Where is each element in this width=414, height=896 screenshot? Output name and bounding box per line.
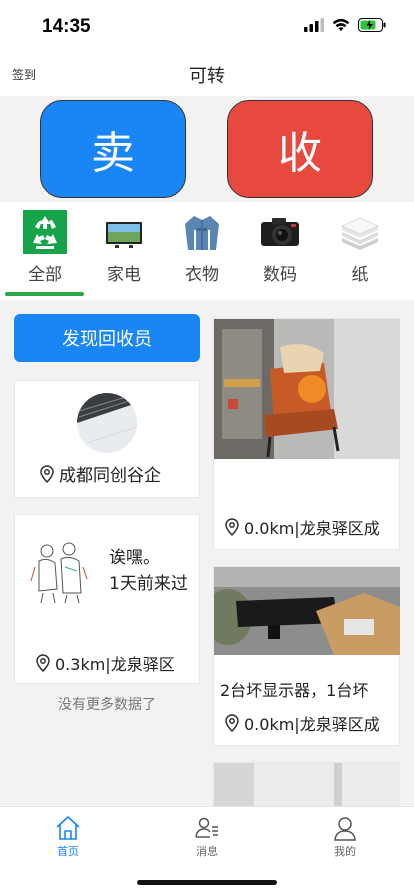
collector-greeting: 诶嘿。	[109, 548, 160, 568]
category-label: 全部	[28, 265, 62, 285]
tab-home[interactable]: 首页	[28, 815, 108, 859]
category-label: 纸	[351, 265, 369, 285]
category-all[interactable]: 全部	[5, 210, 85, 285]
chair-photo	[214, 319, 400, 459]
wifi-icon	[332, 18, 350, 31]
location-text: 0.3km|龙泉驿区	[55, 655, 175, 674]
location-pin-icon	[225, 518, 239, 536]
buy-button[interactable]: 收	[227, 100, 373, 198]
category-appliance[interactable]: 家电	[84, 210, 164, 285]
monitor-photo	[214, 567, 400, 655]
collector-message: 诶嘿。 1天前来过	[109, 545, 188, 597]
tab-label: 我的	[334, 845, 356, 858]
recycle-icon	[23, 210, 67, 254]
listing-card[interactable]: 0.0km|龙泉驿区成	[213, 318, 400, 550]
message-icon	[195, 817, 218, 838]
collector-card[interactable]: 成都同创谷企	[14, 380, 200, 498]
collector-card[interactable]: 诶嘿。 1天前来过 0.3km|龙泉驿区	[14, 514, 200, 684]
category-label: 家电	[107, 265, 141, 285]
tab-mine[interactable]: 我的	[305, 815, 385, 859]
category-tabs: 全部 家电 衣物 数码 纸	[0, 202, 414, 300]
category-paper[interactable]: 纸	[320, 210, 400, 285]
camera-icon	[261, 218, 299, 246]
listing-photo	[214, 319, 400, 459]
listing-card[interactable]	[213, 762, 400, 808]
sketch-avatar-icon	[27, 537, 91, 605]
home-icon	[56, 816, 80, 840]
listing-card[interactable]: 2台坏显示器，1台坏 0.0km|龙泉驿区成	[213, 566, 400, 746]
feed: 发现回收员 成都同创谷企 诶嘿。 1天前来过 0.3km|龙泉驿区 没有更多数据…	[0, 300, 414, 808]
category-digital[interactable]: 数码	[240, 210, 320, 285]
last-visit: 1天前来过	[109, 574, 188, 594]
location-pin-icon	[36, 654, 50, 672]
location-text: 0.0km|龙泉驿区成	[244, 715, 380, 734]
location-row: 成都同创谷企	[39, 461, 161, 486]
signal-icon	[304, 18, 324, 32]
no-more-data: 没有更多数据了	[58, 697, 156, 713]
location-row: 0.3km|龙泉驿区	[35, 651, 175, 675]
tv-icon	[106, 222, 142, 248]
page-title: 可转	[189, 66, 225, 87]
status-time: 14:35	[42, 16, 91, 37]
location-text: 成都同创谷企	[59, 466, 161, 486]
location-pin-icon	[40, 464, 54, 483]
tab-label: 消息	[196, 845, 218, 858]
sell-button[interactable]: 卖	[40, 100, 186, 198]
category-clothing[interactable]: 衣物	[162, 210, 242, 285]
action-panel: 卖 收	[0, 96, 414, 202]
listing-title: 2台坏显示器，1台坏	[220, 681, 369, 700]
active-category-indicator	[5, 292, 84, 296]
location-row: 0.0km|龙泉驿区成	[224, 711, 380, 735]
avatar	[77, 393, 137, 453]
room-photo	[214, 763, 400, 808]
category-label: 衣物	[185, 265, 219, 285]
listing-photo	[214, 567, 400, 655]
category-label: 数码	[263, 265, 297, 285]
home-indicator	[137, 880, 277, 885]
status-icons	[304, 18, 386, 32]
nav-bar: 签到 可转	[0, 52, 414, 96]
user-icon	[334, 817, 356, 841]
location-row: 0.0km|龙泉驿区成	[224, 515, 380, 539]
location-pin-icon	[225, 714, 239, 732]
status-bar: 14:35	[0, 0, 414, 52]
find-collector-button[interactable]: 发现回收员	[14, 314, 200, 362]
jacket-icon	[185, 216, 219, 250]
keyboard-photo	[77, 393, 137, 453]
tab-label: 首页	[57, 845, 79, 858]
location-text: 0.0km|龙泉驿区成	[244, 519, 380, 538]
tab-messages[interactable]: 消息	[167, 815, 247, 859]
listing-photo	[214, 763, 400, 808]
paper-stack-icon	[341, 217, 379, 250]
battery-icon	[358, 18, 386, 32]
